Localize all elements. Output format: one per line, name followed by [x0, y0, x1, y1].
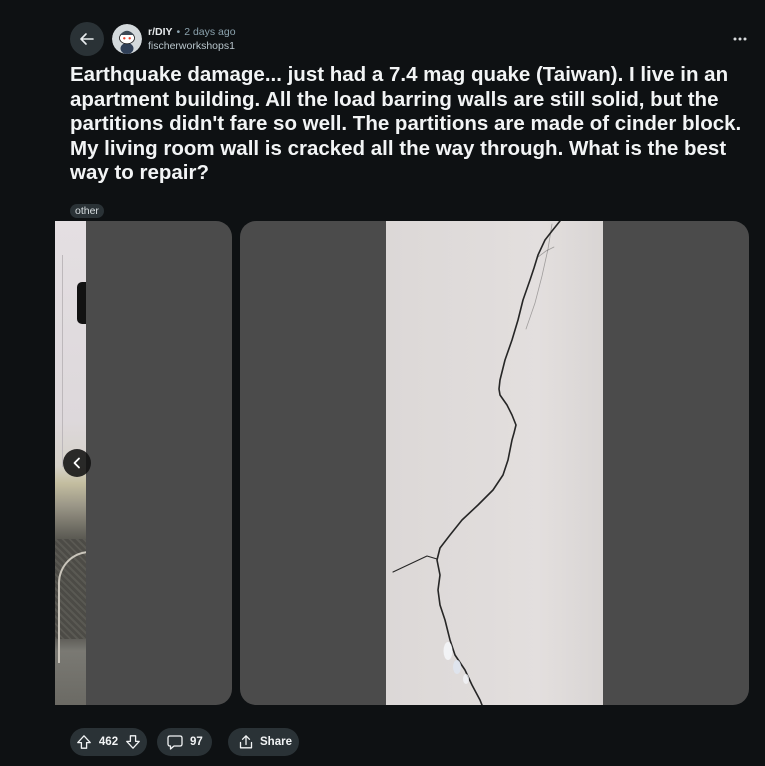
gallery-prev-button[interactable] — [63, 449, 91, 477]
post-title: Earthquake damage... just had a 7.4 mag … — [70, 63, 742, 184]
more-horizontal-icon[interactable] — [733, 37, 747, 41]
subreddit-avatar-icon — [112, 24, 142, 54]
author-link[interactable]: fischerworkshops1 — [148, 39, 235, 53]
vote-control: 462 — [70, 728, 147, 756]
comment-icon — [167, 735, 183, 750]
cracked-wall-photo — [386, 221, 603, 705]
post-flair[interactable]: other — [70, 204, 104, 218]
upvote-button[interactable] — [75, 733, 93, 751]
arrow-down-icon[interactable] — [125, 734, 141, 750]
wall-crack — [392, 221, 561, 705]
post-time: 2 days ago — [184, 26, 236, 38]
vote-score: 462 — [98, 736, 119, 748]
back-button[interactable] — [70, 22, 104, 56]
post-meta-row: r/DIY • 2 days ago — [148, 25, 236, 39]
chevron-left-icon[interactable] — [70, 456, 84, 470]
comments-button[interactable]: 97 — [157, 728, 212, 756]
meta-separator: • — [176, 26, 181, 38]
photo-detail — [62, 255, 63, 467]
more-options-button[interactable] — [729, 31, 751, 47]
arrow-left-icon[interactable] — [78, 30, 96, 48]
downvote-button[interactable] — [124, 733, 142, 751]
comment-count: 97 — [190, 736, 203, 748]
share-icon — [239, 735, 253, 749]
subreddit-avatar[interactable] — [112, 24, 142, 54]
gallery-image-current[interactable] — [240, 221, 749, 705]
post-meta: r/DIY • 2 days ago fischerworkshops1 — [148, 25, 236, 53]
arrow-up-icon[interactable] — [76, 734, 92, 750]
subreddit-link[interactable]: r/DIY — [148, 25, 173, 39]
share-button[interactable]: Share — [228, 728, 299, 756]
share-label: Share — [260, 736, 292, 748]
photo-detail — [58, 551, 86, 663]
photo-detail — [77, 282, 86, 324]
